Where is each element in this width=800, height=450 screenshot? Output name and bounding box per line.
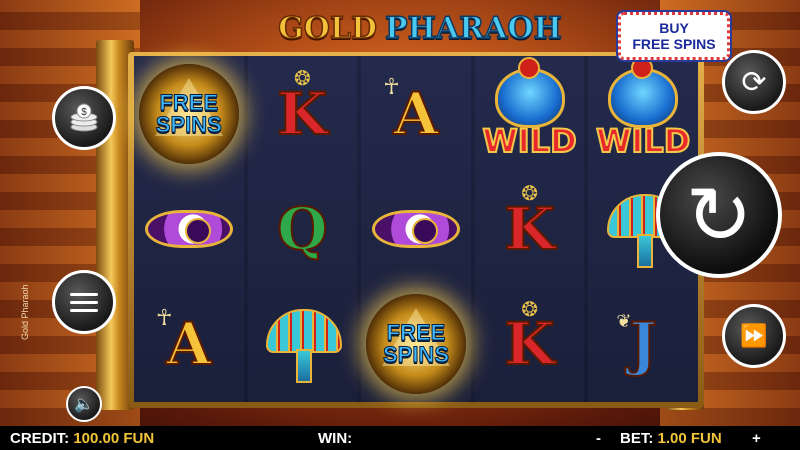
hamburger-menu-icon <box>70 300 98 304</box>
reel-cell: K ❂ <box>475 287 585 402</box>
bet-decrease-button[interactable]: - <box>596 430 601 447</box>
bet-display: BET: 1.00 FUN <box>620 430 722 447</box>
reel-cell: K ❂ <box>248 56 358 171</box>
logo-gold-text: GOLD <box>277 10 377 47</box>
lotus-icon: ❂ <box>294 68 311 90</box>
lotus-fan-symbol <box>260 309 344 384</box>
buy-free-spins-button[interactable]: BUY FREE SPINS <box>618 12 730 60</box>
eye-of-horus-symbol <box>371 204 460 254</box>
hamburger-menu-icon <box>70 292 98 296</box>
bet-value: 1.00 FUN <box>657 430 722 447</box>
reel-2: K ❂ Q <box>247 56 358 402</box>
symbol-q: Q <box>276 194 329 263</box>
game-background: FREE SPINS A ☥ K ❂ Q A ☥ FREE SPINS WILD K ❂ K ❂ WILD J… <box>0 0 800 426</box>
spin-button[interactable]: ↻ <box>656 152 782 278</box>
symbol-k: K <box>503 310 555 379</box>
credit-label: CREDIT: <box>10 430 70 447</box>
reel-cell: FREE SPINS <box>361 287 471 402</box>
eye-of-horus-symbol <box>144 204 233 254</box>
fast-forward-icon: ⏩ <box>740 323 768 348</box>
reel-1: FREE SPINS A ☥ <box>134 56 244 402</box>
free-spins-scatter-symbol: FREE SPINS <box>365 294 466 395</box>
symbol-a: A <box>165 310 212 379</box>
hamburger-menu-icon <box>70 308 98 312</box>
credit-display: CREDIT: 100.00 FUN <box>10 430 154 447</box>
wild-symbol: WILD <box>481 56 578 161</box>
free-spins-scatter-symbol: FREE SPINS <box>138 63 239 164</box>
symbol-k: K <box>503 194 555 263</box>
bet-label: BET: <box>620 430 654 447</box>
status-bar: CREDIT: 100.00 FUN WIN: - BET: 1.00 FUN … <box>0 426 800 450</box>
reel-cell: A ☥ <box>134 287 244 402</box>
symbol-k: K <box>276 79 328 148</box>
scarab-icon <box>494 56 565 128</box>
menu-button[interactable] <box>52 270 116 334</box>
svg-text:$: $ <box>81 107 87 118</box>
bird-icon: ❦ <box>616 310 632 331</box>
free-spins-text: FREE SPINS <box>382 320 449 368</box>
reel-4: WILD K ❂ K ❂ <box>474 56 585 402</box>
spin-arrow-icon: ↻ <box>685 170 753 260</box>
lotus-icon: ❂ <box>521 183 538 206</box>
credit-value: 100.00 FUN <box>73 430 155 447</box>
autoplay-icon: ⟳ <box>741 65 767 99</box>
reel-cell: K ❂ <box>475 171 585 286</box>
coin-stack-button[interactable]: $ <box>52 86 116 150</box>
reel-grid: FREE SPINS A ☥ K ❂ Q A ☥ FREE SPINS WILD K ❂ K ❂ WILD J… <box>134 56 698 402</box>
reel-cell <box>134 171 244 286</box>
sound-button[interactable]: 🔈 <box>66 386 102 422</box>
game-name-label: Gold Pharaoh <box>20 284 30 340</box>
reel-cell: Q <box>248 171 358 286</box>
reel-cell: WILD <box>475 56 585 171</box>
reel-cell <box>361 171 471 286</box>
reel-cell: WILD <box>588 56 698 171</box>
free-spins-text: FREE SPINS <box>155 89 222 137</box>
buy-free-spins-line1: BUY <box>659 20 689 36</box>
symbol-a: A <box>392 79 439 148</box>
coin-stack-icon: $ <box>70 103 98 132</box>
reel-cell: A ☥ <box>361 56 471 171</box>
autoplay-button[interactable]: ⟳ <box>722 50 786 114</box>
scarab-icon <box>608 56 679 128</box>
buy-free-spins-line2: FREE SPINS <box>632 36 716 52</box>
logo-pharaoh-text: PHARAOH <box>384 10 562 47</box>
ankh-icon: ☥ <box>383 74 400 99</box>
reel-3: A ☥ FREE SPINS <box>361 56 471 402</box>
win-label: WIN: <box>318 430 353 447</box>
reel-cell: J ❦ <box>588 287 698 402</box>
symbol-j: J <box>628 310 657 379</box>
reel-cell <box>248 287 358 402</box>
ankh-icon: ☥ <box>156 304 173 330</box>
wild-symbol: WILD <box>595 56 691 161</box>
win-display: WIN: <box>318 430 352 447</box>
lotus-icon: ❂ <box>521 298 538 321</box>
speaker-icon: 🔈 <box>74 396 94 413</box>
reel-cell: FREE SPINS <box>134 56 244 171</box>
bet-increase-button[interactable]: + <box>752 430 761 447</box>
turbo-button[interactable]: ⏩ <box>722 304 786 368</box>
game-logo: GOLD PHARAOH <box>270 8 570 48</box>
